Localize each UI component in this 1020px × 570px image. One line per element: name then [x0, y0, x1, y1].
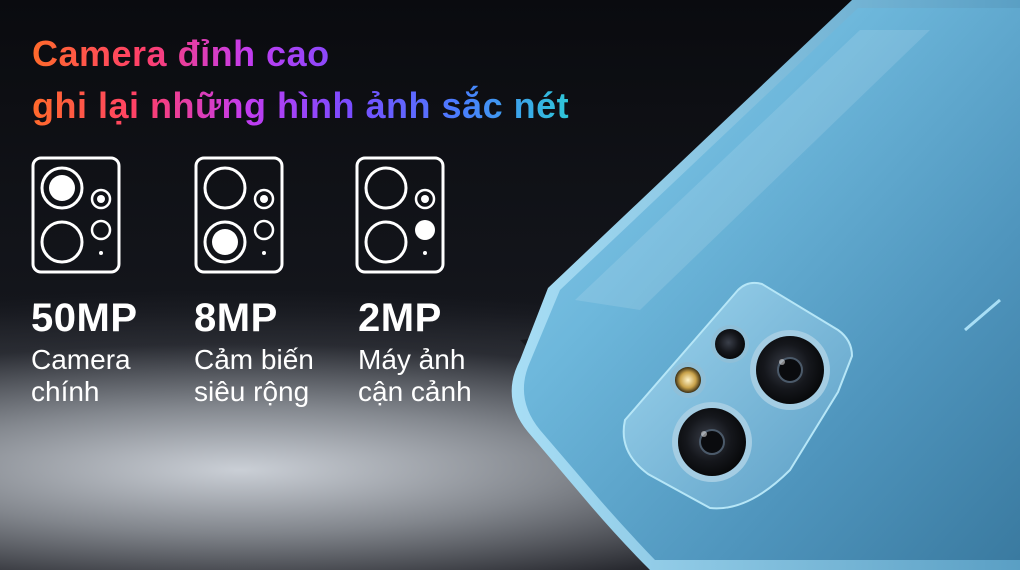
main-camera-lens-icon — [31, 156, 121, 274]
megapixel-label: 50MP — [31, 296, 138, 340]
megapixel-label: 2MP — [358, 296, 442, 340]
camera-description: Camera chính — [31, 344, 131, 407]
camera-spec-macro: 2MP Máy ảnh cận cảnh — [358, 296, 472, 408]
camera-description: Máy ảnh cận cảnh — [358, 344, 472, 407]
headline-line-1: Camera đỉnh cao — [32, 28, 372, 80]
camera-spec-main: 50MP Camera chính — [31, 296, 138, 408]
megapixel-label: 8MP — [194, 296, 278, 340]
camera-spec-ultra-wide: 8MP Cảm biến siêu rộng — [194, 296, 314, 408]
macro-lens-icon — [355, 156, 445, 274]
promo-banner: Camera đỉnh cao ghi lại những hình ảnh s… — [0, 0, 1020, 570]
camera-description: Cảm biến siêu rộng — [194, 344, 314, 407]
headline-line-2: ghi lại những hình ảnh sắc nét — [32, 80, 642, 132]
ultra-wide-lens-icon — [194, 156, 284, 274]
headline: Camera đỉnh cao ghi lại những hình ảnh s… — [32, 28, 642, 132]
